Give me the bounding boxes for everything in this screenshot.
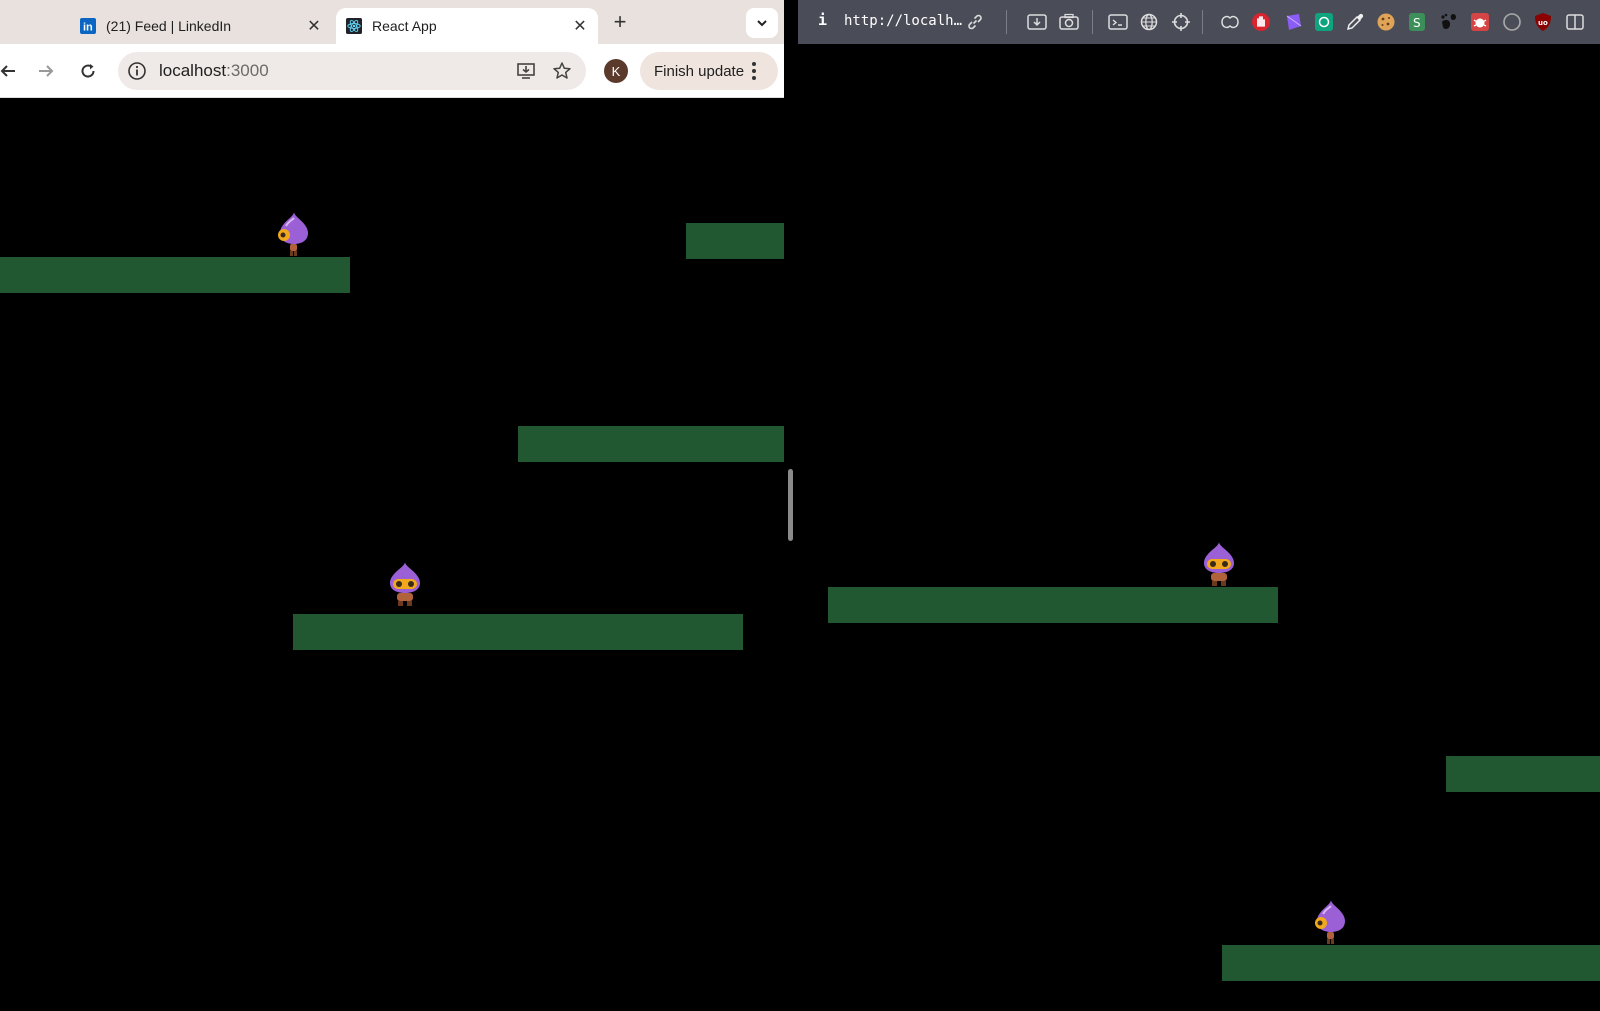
link-icon[interactable] [964, 11, 986, 33]
url-text: http://localh… [844, 13, 963, 29]
crosshair-icon[interactable] [1170, 11, 1192, 33]
react-icon [346, 18, 362, 34]
reload-button[interactable] [74, 57, 102, 85]
circle-icon[interactable] [1501, 11, 1523, 33]
close-tab-icon[interactable]: ✕ [568, 14, 592, 38]
player-character-front-icon [390, 562, 420, 606]
platform [518, 426, 784, 462]
linkedin-icon: in [80, 18, 96, 34]
back-button[interactable] [0, 57, 22, 85]
camera-icon[interactable] [1058, 11, 1080, 33]
bookmark-star-icon[interactable] [550, 59, 574, 83]
bug-icon[interactable] [1469, 11, 1491, 33]
extensions-toolbar: i http://localh… S uo [798, 0, 1600, 44]
extension-icon[interactable]: S [1406, 11, 1428, 33]
info-icon[interactable]: i [818, 11, 827, 29]
new-tab-button[interactable]: + [608, 9, 632, 34]
tab-title: React App [372, 18, 437, 34]
terminal-icon[interactable] [1107, 11, 1129, 33]
openai-icon[interactable] [1313, 11, 1335, 33]
close-tab-icon[interactable]: ✕ [302, 14, 326, 38]
download-icon[interactable] [1026, 11, 1048, 33]
tab-react-app[interactable]: React App ✕ [336, 8, 598, 44]
ublock-icon[interactable]: uo [1532, 11, 1554, 33]
cookie-icon[interactable] [1375, 11, 1397, 33]
browser-toolbar: localhost:3000 K Finish update [0, 44, 784, 98]
platform [293, 614, 743, 650]
address-text: localhost:3000 [159, 61, 269, 80]
tab-title: (21) Feed | LinkedIn [106, 18, 232, 34]
player-character-side-icon [278, 212, 308, 256]
platform [0, 257, 350, 293]
reload-icon [81, 64, 95, 78]
gnome-icon[interactable] [1438, 11, 1460, 33]
svg-text:uo: uo [1538, 19, 1548, 27]
install-app-icon[interactable] [514, 59, 538, 83]
tab-linkedin[interactable]: in (21) Feed | LinkedIn ✕ [70, 8, 332, 44]
stop-hand-icon[interactable] [1250, 11, 1272, 33]
game-viewport-left [0, 98, 784, 1011]
player-character-front-icon [1204, 542, 1234, 586]
platform [686, 223, 784, 259]
tab-search-button[interactable] [746, 8, 778, 38]
address-bar[interactable]: localhost:3000 [118, 52, 586, 90]
scrollbar-thumb[interactable] [788, 469, 793, 541]
svg-text:S: S [1413, 16, 1421, 30]
finish-update-label: Finish update [654, 62, 745, 80]
forward-button[interactable] [32, 57, 60, 85]
globe-icon[interactable] [1138, 11, 1160, 33]
more-menu-icon[interactable] [752, 62, 757, 80]
player-character-side-icon [1315, 900, 1345, 944]
platform [1222, 945, 1600, 981]
forward-arrow-icon [39, 65, 54, 77]
site-info-icon[interactable] [127, 61, 147, 81]
game-viewport-right [798, 44, 1600, 1011]
puzzle-icon[interactable] [1219, 11, 1241, 33]
platform [828, 587, 1278, 623]
chrome-window: in (21) Feed | LinkedIn ✕ React App ✕ + [0, 0, 784, 1011]
secondary-browser-window: i http://localh… S uo [798, 0, 1600, 1011]
platform [1446, 756, 1600, 792]
gem-icon[interactable] [1282, 11, 1304, 33]
eyedropper-icon[interactable] [1344, 11, 1366, 33]
chevron-down-icon [757, 20, 767, 27]
finish-update-button[interactable]: Finish update [640, 52, 778, 90]
profile-avatar[interactable]: K [604, 59, 628, 83]
svg-text:in: in [83, 22, 93, 34]
back-arrow-icon [0, 65, 15, 77]
tab-strip: in (21) Feed | LinkedIn ✕ React App ✕ + [0, 0, 784, 44]
sidebar-icon[interactable] [1564, 11, 1586, 33]
